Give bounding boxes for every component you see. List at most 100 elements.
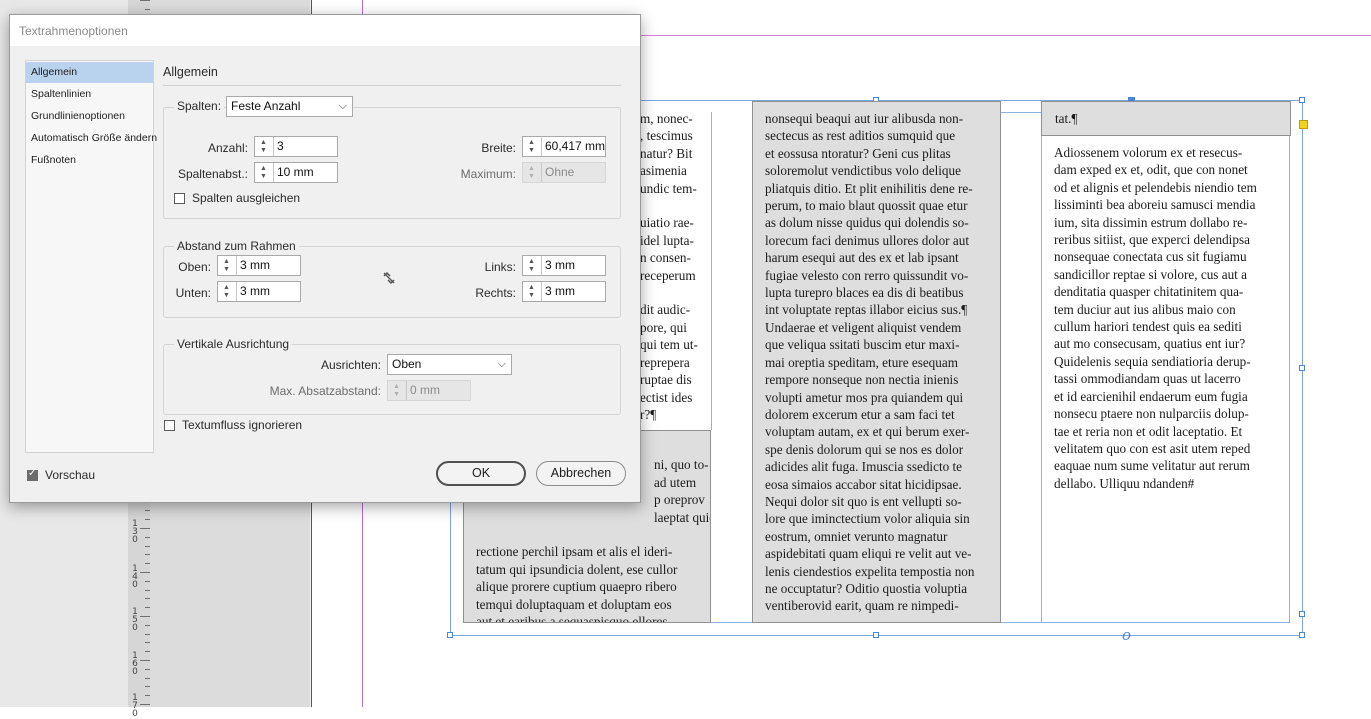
ok-button[interactable]: OK (436, 461, 526, 486)
heading-divider (163, 85, 621, 86)
chevron-down-icon: ▼ (528, 173, 535, 180)
inset-bottom-value: 3 mm (240, 284, 270, 298)
column-count-value: 3 (277, 139, 284, 153)
column-width-value: 60,417 mm (545, 139, 605, 153)
ruler-label: 1 3 0 (132, 519, 138, 545)
chevron-down-icon: ▼ (393, 391, 400, 398)
stepper-arrows[interactable]: ▲ ▼ (218, 256, 237, 275)
ruler-tick (140, 660, 150, 661)
inset-bottom-label: Unten: (175, 286, 211, 300)
ruler-tick (140, 0, 150, 1)
frame-handle[interactable] (1299, 611, 1305, 617)
chevron-down-icon[interactable]: ▼ (223, 292, 230, 299)
nav-item-auto-size[interactable]: Automatisch Größe ändern (26, 128, 157, 149)
ruler-tick (140, 616, 150, 617)
chevron-up-icon[interactable]: ▲ (528, 139, 535, 146)
text-frame-options-dialog: Textrahmenoptionen Allgemein Spaltenlini… (9, 14, 641, 503)
inset-left-stepper[interactable]: ▲ ▼ 3 mm (522, 255, 606, 276)
inset-top-stepper[interactable]: ▲ ▼ 3 mm (217, 255, 301, 276)
stepper-arrows[interactable]: ▲ ▼ (255, 163, 274, 182)
count-label: Anzahl: (207, 141, 248, 155)
ruler-label: 1 6 0 (132, 651, 138, 677)
ruler-tick (140, 528, 150, 529)
frame-handle[interactable] (447, 632, 453, 638)
text-column-3[interactable]: Adiossenem volorum ex et resecus- dam ex… (1041, 144, 1289, 614)
stepper-arrows: ▲ ▼ (523, 163, 542, 182)
chevron-down-icon: ⌵ (338, 100, 347, 112)
corner-options-handle[interactable] (1299, 120, 1308, 129)
inset-left-value: 3 mm (545, 258, 575, 272)
chevron-up-icon[interactable]: ▲ (260, 165, 267, 172)
column-count-stepper[interactable]: ▲ ▼ 3 (254, 136, 338, 157)
column-width-stepper[interactable]: ▲ ▼ 60,417 mm (522, 136, 606, 157)
gutter-stepper[interactable]: ▲ ▼ 10 mm (254, 162, 338, 183)
dialog-titlebar[interactable]: Textrahmenoptionen (10, 15, 640, 46)
frame-handle[interactable] (1299, 632, 1305, 638)
ignore-text-wrap-label: Textumfluss ignorieren (182, 418, 303, 432)
nav-item-footnotes[interactable]: Fußnoten (26, 150, 153, 171)
broken-chain-icon[interactable] (382, 271, 396, 285)
ruler-label: 1 5 0 (132, 607, 138, 633)
inset-left-label: Links: (484, 260, 516, 274)
nav-item-column-rules[interactable]: Spaltenlinien (26, 84, 153, 105)
chevron-up-icon: ▲ (528, 165, 535, 172)
chevron-down-icon[interactable]: ▼ (260, 173, 267, 180)
inset-right-stepper[interactable]: ▲ ▼ 3 mm (522, 281, 606, 302)
column-guide (1289, 136, 1290, 622)
frame-handle[interactable] (873, 632, 879, 638)
column-guide (711, 112, 712, 430)
stepper-arrows[interactable]: ▲ ▼ (523, 256, 542, 275)
max-spacing-stepper: ▲ ▼ 0 mm (387, 380, 471, 401)
text-column-1-body: rectione perchil ipsam et alis el ideri-… (476, 544, 678, 623)
chevron-down-icon[interactable]: ▼ (528, 147, 535, 154)
section-heading: Allgemein (163, 65, 218, 79)
frame-handle[interactable] (1299, 97, 1305, 103)
vertical-align-value: Oben (392, 357, 422, 371)
preview-label: Vorschau (45, 468, 96, 482)
balance-columns-label: Spalten ausgleichen (192, 191, 301, 205)
chevron-up-icon[interactable]: ▲ (260, 139, 267, 146)
stepper-arrows[interactable]: ▲ ▼ (523, 282, 542, 301)
frame-handle[interactable] (1299, 365, 1305, 371)
text-column-1-partial: ni, quo to- ad utem p oreprov laeptat qu… (654, 457, 710, 525)
text-column-2[interactable]: nonsequi beaqui aut iur alibusda non- se… (752, 101, 1001, 623)
width-label: Breite: (481, 141, 516, 155)
text-column-1-top[interactable]: m, nonec- , tescimus natur? Bit asimenia… (640, 110, 710, 430)
inset-top-value: 3 mm (240, 258, 270, 272)
nav-item-baseline-options[interactable]: Grundlinienoptionen (26, 106, 153, 127)
ignore-text-wrap-checkbox[interactable] (164, 420, 175, 431)
stepper-arrows[interactable]: ▲ ▼ (255, 137, 274, 156)
gutter-label: Spaltenabst.: (177, 167, 248, 181)
max-spacing-label: Max. Absatzabstand: (269, 384, 381, 398)
options-nav: Allgemein Spaltenlinien Grundlinienoptio… (25, 60, 157, 453)
gutter-value: 10 mm (277, 165, 314, 179)
frame-inset-guide (1000, 112, 1041, 113)
text-column-3-top[interactable]: tat.¶ (1041, 101, 1291, 136)
stepper-arrows[interactable]: ▲ ▼ (523, 137, 542, 156)
chevron-down-icon[interactable]: ▼ (528, 266, 535, 273)
balance-columns-checkbox[interactable] (174, 193, 185, 204)
columns-type-value: Feste Anzahl (231, 99, 301, 113)
chevron-up-icon[interactable]: ▲ (528, 284, 535, 291)
chevron-up-icon[interactable]: ▲ (528, 258, 535, 265)
ruler-tick (140, 572, 150, 573)
ruler-label: 1 7 0 (132, 693, 138, 719)
inset-bottom-stepper[interactable]: ▲ ▼ 3 mm (217, 281, 301, 302)
inset-title: Abstand zum Rahmen (174, 239, 299, 253)
vertical-title: Vertikale Ausrichtung (174, 337, 293, 351)
chevron-down-icon[interactable]: ▼ (528, 292, 535, 299)
chevron-up-icon[interactable]: ▲ (223, 258, 230, 265)
stepper-arrows[interactable]: ▲ ▼ (218, 282, 237, 301)
columns-type-select[interactable]: Feste Anzahl ⌵ (226, 96, 353, 117)
chevron-down-icon[interactable]: ▼ (260, 147, 267, 154)
vertical-align-select[interactable]: Oben ⌵ (387, 354, 512, 375)
ruler-tick (140, 704, 150, 705)
chevron-up-icon[interactable]: ▲ (223, 284, 230, 291)
cancel-button[interactable]: Abbrechen (536, 461, 626, 486)
chevron-down-icon[interactable]: ▼ (223, 266, 230, 273)
preview-checkbox[interactable] (27, 468, 38, 481)
chevron-up-icon: ▲ (393, 383, 400, 390)
inset-right-value: 3 mm (545, 284, 575, 298)
nav-item-general[interactable]: Allgemein (26, 62, 153, 83)
overset-text-indicator[interactable]: o (1122, 626, 1131, 644)
